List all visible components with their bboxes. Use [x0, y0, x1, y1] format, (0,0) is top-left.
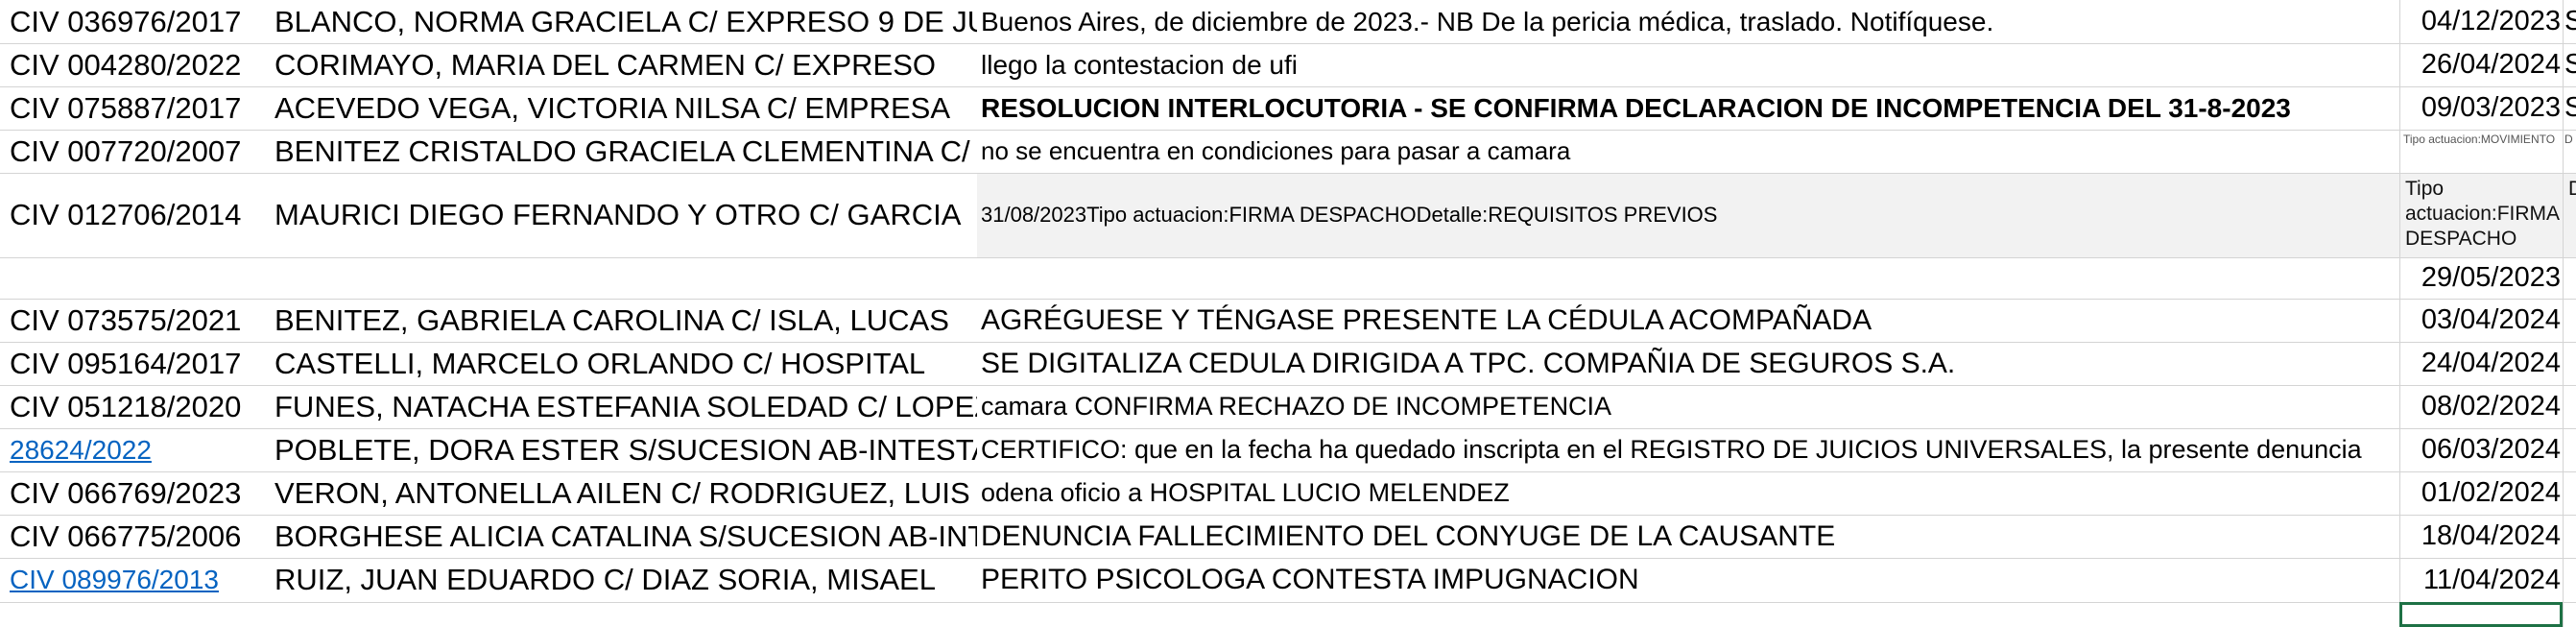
expediente-link[interactable]: CIV 089976/2013 [10, 565, 219, 595]
cell-caratula[interactable]: BENITEZ CRISTALDO GRACIELA CLEMENTINA C/ [271, 130, 977, 173]
gridline [0, 299, 2576, 300]
gridline [2399, 0, 2400, 627]
cell-fecha[interactable]: 09/03/2023 [2399, 86, 2563, 130]
cell-expediente[interactable] [0, 257, 271, 299]
cell-actuacion[interactable]: odena oficio a HOSPITAL LUCIO MELENDEZ [977, 471, 2399, 515]
cell-extra[interactable] [2563, 471, 2576, 515]
cell-caratula[interactable]: RUIZ, JUAN EDUARDO C/ DIAZ SORIA, MISAEL [271, 558, 977, 602]
cell-actuacion[interactable]: Buenos Aires, de diciembre de 2023.- NB … [977, 0, 2399, 43]
cell-fecha[interactable]: 24/04/2024 [2399, 342, 2563, 385]
cell-expediente[interactable]: CIV 066769/2023 [0, 471, 271, 515]
table-row: CIV 004280/2022 CORIMAYO, MARIA DEL CARM… [0, 43, 2576, 86]
cell-expediente[interactable]: CIV 073575/2021 [0, 299, 271, 342]
cell-fecha[interactable]: 29/05/2023 [2399, 257, 2563, 299]
cell-actuacion[interactable]: 31/08/2023Tipo actuacion:FIRMA DESPACHOD… [977, 173, 2399, 257]
cell-extra[interactable] [2563, 515, 2576, 558]
table-row: CIV 075887/2017 ACEVEDO VEGA, VICTORIA N… [0, 86, 2576, 130]
gridline [0, 558, 2576, 559]
cell-extra[interactable] [2563, 257, 2576, 299]
table-row: 28624/2022 POBLETE, DORA ESTER S/SUCESIO… [0, 428, 2576, 471]
cell-actuacion[interactable]: DENUNCIA FALLECIMIENTO DEL CONYUGE DE LA… [977, 515, 2399, 558]
cell-extra[interactable] [2563, 428, 2576, 471]
cell-caratula[interactable]: BLANCO, NORMA GRACIELA C/ EXPRESO 9 DE J… [271, 0, 977, 43]
cell-fecha[interactable]: Tipo actuacion:MOVIMIENTO [2399, 130, 2563, 173]
cell-extra[interactable]: D [2563, 130, 2576, 173]
table-row: CIV 066769/2023 VERON, ANTONELLA AILEN C… [0, 471, 2576, 515]
table-row: CIV 073575/2021 BENITEZ, GABRIELA CAROLI… [0, 299, 2576, 342]
cell-expediente[interactable]: CIV 066775/2006 [0, 515, 271, 558]
table-row: CIV 066775/2006 BORGHESE ALICIA CATALINA… [0, 515, 2576, 558]
gridline [0, 471, 2576, 472]
cell-extra[interactable]: S [2563, 86, 2576, 130]
table-row: CIV 007720/2007 BENITEZ CRISTALDO GRACIE… [0, 130, 2576, 173]
cell-caratula[interactable]: POBLETE, DORA ESTER S/SUCESION AB-INTEST… [271, 428, 977, 471]
cell-expediente[interactable]: 28624/2022 [0, 428, 271, 471]
cell-fecha[interactable]: 06/03/2024 [2399, 428, 2563, 471]
cell-fecha[interactable]: 08/02/2024 [2399, 385, 2563, 428]
cell-fecha[interactable]: 18/04/2024 [2399, 515, 2563, 558]
cell-fecha[interactable]: 11/04/2024 [2399, 558, 2563, 602]
gridline [0, 385, 2576, 386]
gridline [0, 342, 2576, 343]
cell-actuacion[interactable] [977, 257, 2399, 299]
cell-expediente[interactable]: CIV 036976/2017 [0, 0, 271, 43]
table-row: CIV 095164/2017 CASTELLI, MARCELO ORLAND… [0, 342, 2576, 385]
gridline [0, 43, 2576, 44]
cell-caratula[interactable]: MAURICI DIEGO FERNANDO Y OTRO C/ GARCIA [271, 173, 977, 257]
cell-caratula[interactable]: VERON, ANTONELLA AILEN C/ RODRIGUEZ, LUI… [271, 471, 977, 515]
cell-caratula[interactable] [271, 257, 977, 299]
gridline [0, 86, 2576, 87]
cell-extra[interactable] [2563, 342, 2576, 385]
cell-expediente[interactable]: CIV 004280/2022 [0, 43, 271, 86]
cell-actuacion[interactable]: camara CONFIRMA RECHAZO DE INCOMPETENCIA [977, 385, 2399, 428]
cell-extra[interactable] [2563, 299, 2576, 342]
cell-actuacion[interactable]: SE DIGITALIZA CEDULA DIRIGIDA A TPC. COM… [977, 342, 2399, 385]
cell-expediente[interactable]: CIV 012706/2014 [0, 173, 271, 257]
gridline [0, 173, 2576, 174]
cell-caratula[interactable]: FUNES, NATACHA ESTEFANIA SOLEDAD C/ LOPE… [271, 385, 977, 428]
cell-actuacion[interactable]: CERTIFICO: que en la fecha ha quedado in… [977, 428, 2399, 471]
cell-fecha[interactable]: 01/02/2024 [2399, 471, 2563, 515]
table-row: CIV 089976/2013 RUIZ, JUAN EDUARDO C/ DI… [0, 558, 2576, 602]
table-row: CIV 012706/2014 MAURICI DIEGO FERNANDO Y… [0, 173, 2576, 257]
cell-actuacion[interactable]: PERITO PSICOLOGA CONTESTA IMPUGNACION [977, 558, 2399, 602]
cell-actuacion[interactable]: llego la contestacion de ufi [977, 43, 2399, 86]
spreadsheet-grid[interactable]: CIV 036976/2017 BLANCO, NORMA GRACIELA C… [0, 0, 2576, 627]
cell-extra[interactable] [2563, 385, 2576, 428]
cell-extra[interactable]: D [2563, 173, 2576, 257]
cell-expediente[interactable]: CIV 051218/2020 [0, 385, 271, 428]
cell-caratula[interactable]: CASTELLI, MARCELO ORLANDO C/ HOSPITAL [271, 342, 977, 385]
cell-caratula[interactable]: CORIMAYO, MARIA DEL CARMEN C/ EXPRESO [271, 43, 977, 86]
gridline [0, 602, 2576, 603]
gridline [0, 428, 2576, 429]
cell-expediente[interactable]: CIV 095164/2017 [0, 342, 271, 385]
gridline [2563, 0, 2564, 627]
gridline [0, 257, 2576, 258]
table-row-empty[interactable] [0, 602, 2576, 627]
cell-fecha[interactable]: 03/04/2024 [2399, 299, 2563, 342]
active-cell-selection[interactable] [2399, 602, 2563, 627]
cell-expediente[interactable]: CIV 007720/2007 [0, 130, 271, 173]
table-row: 29/05/2023 [0, 257, 2576, 299]
cell-caratula[interactable]: ACEVEDO VEGA, VICTORIA NILSA C/ EMPRESA [271, 86, 977, 130]
cell-extra[interactable]: S [2563, 0, 2576, 43]
gridline [0, 515, 2576, 516]
cell-actuacion[interactable]: RESOLUCION INTERLOCUTORIA - SE CONFIRMA … [977, 86, 2399, 130]
cell-actuacion[interactable]: AGRÉGUESE Y TÉNGASE PRESENTE LA CÉDULA A… [977, 299, 2399, 342]
cell-caratula[interactable]: BORGHESE ALICIA CATALINA S/SUCESION AB-I… [271, 515, 977, 558]
cell-extra[interactable]: S [2563, 43, 2576, 86]
cell-extra[interactable] [2563, 558, 2576, 602]
cell-expediente[interactable]: CIV 089976/2013 [0, 558, 271, 602]
gridline [0, 130, 2576, 131]
cell-fecha[interactable]: 04/12/2023 [2399, 0, 2563, 43]
expediente-link[interactable]: 28624/2022 [10, 435, 152, 466]
table-row: CIV 036976/2017 BLANCO, NORMA GRACIELA C… [0, 0, 2576, 43]
cell-actuacion[interactable]: no se encuentra en condiciones para pasa… [977, 130, 2399, 173]
cell-fecha[interactable]: 26/04/2024 [2399, 43, 2563, 86]
table-row: CIV 051218/2020 FUNES, NATACHA ESTEFANIA… [0, 385, 2576, 428]
cell-expediente[interactable]: CIV 075887/2017 [0, 86, 271, 130]
cell-caratula[interactable]: BENITEZ, GABRIELA CAROLINA C/ ISLA, LUCA… [271, 299, 977, 342]
cell-fecha[interactable]: Tipo actuacion:FIRMA DESPACHO [2399, 173, 2563, 257]
